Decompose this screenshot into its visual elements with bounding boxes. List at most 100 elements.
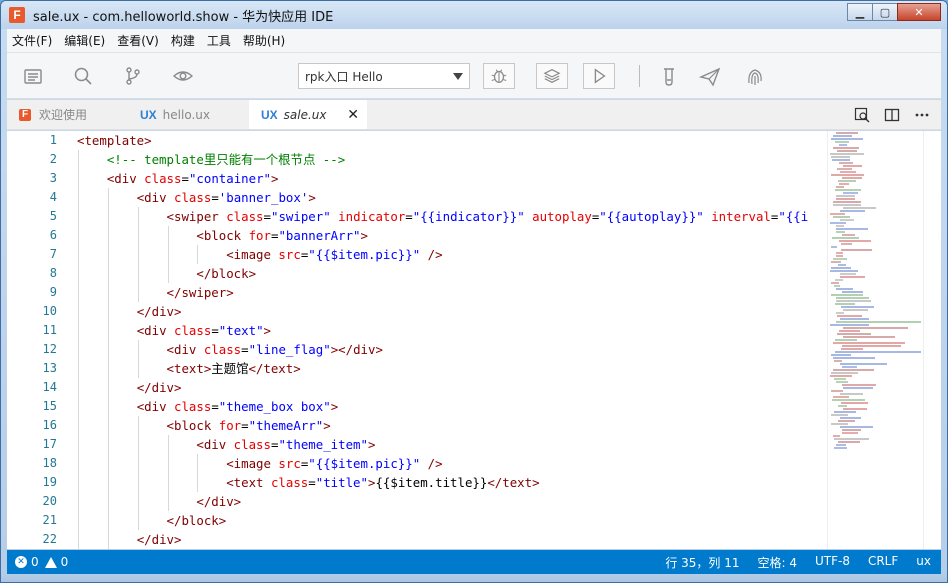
close-button[interactable]: ✕ — [897, 3, 941, 21]
code-token: class — [144, 171, 182, 186]
code-token: /> — [420, 247, 443, 262]
indentation-space — [77, 418, 167, 433]
indent-guide — [107, 283, 109, 302]
more-actions-button[interactable] — [913, 106, 931, 124]
source-control-icon[interactable] — [122, 65, 144, 87]
indent-guide — [107, 207, 109, 226]
find-in-preview-button[interactable] — [853, 106, 871, 124]
tab-hello-ux[interactable]: UX hello.ux — [128, 100, 249, 129]
indentation-space — [77, 285, 167, 300]
encoding[interactable]: UTF-8 — [815, 554, 850, 571]
indent-guide — [78, 530, 79, 549]
code-token: {{$item.title}} — [375, 475, 488, 490]
more-icon — [915, 113, 929, 117]
menu-bar: 文件(F) 编辑(E) 查看(V) 构建 工具 帮助(H) — [7, 29, 941, 53]
split-editor-icon — [884, 108, 900, 122]
code-line: <div class="theme_item"> — [77, 435, 827, 454]
code-token: <template> — [77, 133, 152, 148]
indent-guide — [167, 454, 169, 473]
indent-guide — [197, 245, 199, 264]
code-token: > — [308, 190, 316, 205]
code-area[interactable]: <template> <!-- template里只能有一个根节点 --> <d… — [77, 131, 827, 549]
menu-file[interactable]: 文件(F) — [7, 32, 57, 49]
tab-welcome[interactable]: F 欢迎使用 — [7, 100, 128, 129]
split-editor-button[interactable] — [883, 106, 901, 124]
find-preview-icon — [854, 107, 870, 123]
problems-indicator[interactable]: ✕ 0 0 — [7, 555, 68, 569]
indent-guide — [167, 473, 169, 492]
search-icon[interactable] — [72, 65, 94, 87]
fingerprint-icon — [748, 69, 762, 85]
indentation[interactable]: 空格: 4 — [757, 554, 797, 571]
indentation-space — [77, 342, 167, 357]
code-token: = — [211, 190, 219, 205]
menu-tools[interactable]: 工具 — [202, 32, 236, 49]
explorer-icon[interactable] — [22, 65, 44, 87]
debug-icon — [491, 69, 507, 83]
fingerprint-button[interactable] — [743, 65, 767, 89]
code-line: </div> — [77, 302, 827, 321]
test-tube-button[interactable] — [657, 65, 681, 89]
send-button[interactable] — [698, 65, 722, 89]
layers-button[interactable] — [536, 63, 568, 89]
indent-guide — [78, 226, 79, 245]
indent-guide — [78, 435, 79, 454]
code-token: "theme_item" — [278, 437, 368, 452]
indentation-space — [77, 361, 167, 376]
menu-build[interactable]: 构建 — [166, 32, 200, 49]
indent-guide — [107, 226, 109, 245]
indentation-space — [77, 171, 107, 186]
debug-button[interactable] — [483, 63, 515, 89]
preview-icon[interactable] — [172, 65, 194, 87]
tab-actions — [841, 106, 931, 124]
code-token: for — [218, 418, 242, 433]
indentation-space — [77, 266, 196, 281]
indent-guide — [107, 245, 109, 264]
ux-file-icon: UX — [261, 107, 278, 122]
indent-guide — [107, 302, 109, 321]
indentation-space — [77, 152, 107, 167]
code-token: <div — [106, 171, 145, 186]
code-token: </div> — [136, 532, 182, 547]
tab-sale-ux[interactable]: UX sale.ux ✕ — [249, 100, 367, 129]
indent-guide — [167, 264, 169, 283]
title-bar: F sale.ux - com.helloworld.show - 华为快应用 … — [1, 1, 947, 29]
indent-guide — [78, 340, 79, 359]
code-editor[interactable]: 1 2 3 4 5 6 7 8 9 10 11 12 13 14 15 16 17 18 19 20 21 22 <tem… — [7, 131, 941, 549]
cursor-position[interactable]: 行 35，列 11 — [665, 554, 739, 571]
code-line: <div class="theme_box box"> — [77, 397, 827, 416]
indent-guide — [107, 264, 109, 283]
vertical-scrollbar[interactable] — [923, 131, 941, 549]
line-ending[interactable]: CRLF — [868, 554, 898, 571]
line-number: 8 — [49, 266, 57, 280]
indentation-space — [77, 494, 196, 509]
indent-guide — [78, 169, 79, 188]
language-mode[interactable]: ux — [916, 554, 931, 571]
indent-guide — [137, 207, 139, 226]
indent-guide — [137, 264, 139, 283]
indent-guide — [107, 454, 109, 473]
indent-guide — [78, 397, 79, 416]
maximize-button[interactable]: ▢ — [872, 3, 898, 21]
tab-label: hello.ux — [162, 107, 210, 122]
code-token: > — [330, 399, 339, 414]
run-button[interactable] — [583, 63, 615, 89]
send-icon — [699, 67, 721, 87]
code-line: <block for="themeArr"> — [77, 416, 827, 435]
indent-guide — [197, 454, 199, 473]
code-token: > — [360, 228, 368, 243]
minimap[interactable] — [827, 131, 923, 549]
menu-edit[interactable]: 编辑(E) — [59, 32, 110, 49]
code-token: "title" — [315, 475, 368, 490]
menu-help[interactable]: 帮助(H) — [238, 32, 290, 49]
close-tab-icon[interactable]: ✕ — [347, 107, 359, 123]
menu-view[interactable]: 查看(V) — [112, 32, 164, 49]
minimize-button[interactable]: ▁ — [847, 3, 873, 21]
code-token: <div — [136, 190, 174, 205]
indentation-space — [77, 456, 226, 471]
code-token: "theme_box box" — [218, 399, 331, 414]
code-token: > — [263, 323, 272, 338]
line-number: 5 — [49, 209, 57, 223]
entry-select[interactable]: rpk入口 Hello — [298, 63, 470, 89]
line-number: 21 — [42, 513, 57, 527]
